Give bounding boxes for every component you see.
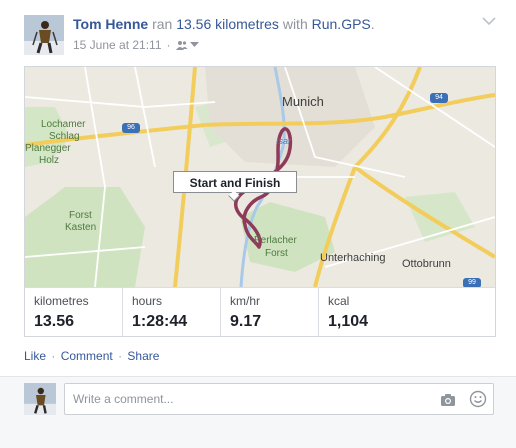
stat-value: 9.17 — [230, 313, 262, 330]
stat-kcal: kcal 1,104 — [319, 288, 495, 336]
map-label-planegger: Planegger — [25, 143, 71, 154]
map-shield-96: 96 — [127, 124, 135, 131]
map-label-perlacher: Perlacher — [254, 235, 297, 246]
post-options-chevron-icon[interactable] — [482, 16, 496, 26]
stat-value: 13.56 — [34, 313, 75, 330]
chevron-down-icon — [189, 42, 199, 47]
stat-hours: hours 1:28:44 — [123, 288, 221, 336]
map-label-unterhaching: Unterhaching — [320, 252, 386, 264]
comment-composer — [0, 377, 516, 448]
map-label-lochamer: Lochamer — [41, 119, 86, 130]
activity-stats: kilometres 13.56 hours 1:28:44 km/hr 9.1… — [25, 287, 495, 336]
stat-value: 1,104 — [328, 313, 369, 330]
share-link[interactable]: Share — [127, 349, 159, 363]
map-shield-94: 94 — [435, 94, 443, 101]
post-headline: Tom Henne ran 13.56 kilometres with Run.… — [73, 15, 375, 33]
timestamp-link[interactable]: 15 June at 21:11 — [73, 38, 162, 52]
viewer-avatar[interactable] — [24, 383, 56, 415]
map-label-isar: Isar — [276, 136, 292, 146]
map-label-kasten: Kasten — [65, 222, 97, 233]
action-separator: · — [51, 349, 56, 363]
stat-label: kcal — [328, 294, 350, 308]
map-label-schlag: Schlag — [49, 131, 80, 142]
author-avatar[interactable] — [24, 15, 64, 55]
post-meta: 15 June at 21:11 · — [73, 38, 199, 52]
smiley-icon[interactable] — [469, 390, 487, 408]
app-link[interactable]: Run.GPS — [312, 16, 371, 32]
verb-text: ran — [152, 16, 173, 32]
start-finish-callout: Start and Finish — [173, 171, 297, 193]
activity-post: Tom Henne ran 13.56 kilometres with Run.… — [0, 0, 516, 376]
stat-speed: km/hr 9.17 — [221, 288, 319, 336]
stat-label: kilometres — [34, 294, 89, 308]
meta-separator: · — [166, 38, 171, 52]
stat-label: km/hr — [230, 294, 260, 308]
audience-selector[interactable] — [175, 40, 199, 50]
stat-value: 1:28:44 — [132, 313, 188, 330]
like-link[interactable]: Like — [24, 349, 46, 363]
stat-kilometres: kilometres 13.56 — [25, 288, 123, 336]
friends-icon — [175, 41, 188, 50]
distance-link[interactable]: 13.56 kilometres — [176, 16, 279, 32]
author-name-link[interactable]: Tom Henne — [73, 16, 148, 32]
map-shield-99: 99 — [468, 279, 476, 286]
comment-input[interactable] — [71, 391, 415, 407]
comment-link[interactable]: Comment — [61, 349, 113, 363]
stat-label: hours — [132, 294, 163, 308]
post-actions: Like · Comment · Share — [24, 349, 159, 363]
map-label-munich: Munich — [282, 94, 324, 109]
map-label-holz: Holz — [39, 155, 60, 166]
activity-map-card[interactable]: Munich Isar Lochamer Schlag Planegger Ho… — [24, 66, 496, 337]
map-label-perlacher-forst: Forst — [265, 248, 288, 259]
comment-input-box[interactable] — [64, 383, 494, 415]
feed-card: Tom Henne ran 13.56 kilometres with Run.… — [0, 0, 516, 448]
period-text: . — [370, 16, 375, 32]
map-label-forst: Forst — [69, 210, 92, 221]
map-label-ottobrunn: Ottobrunn — [402, 258, 451, 270]
camera-icon[interactable] — [439, 391, 457, 409]
with-text: with — [282, 16, 308, 32]
action-separator: · — [118, 349, 123, 363]
